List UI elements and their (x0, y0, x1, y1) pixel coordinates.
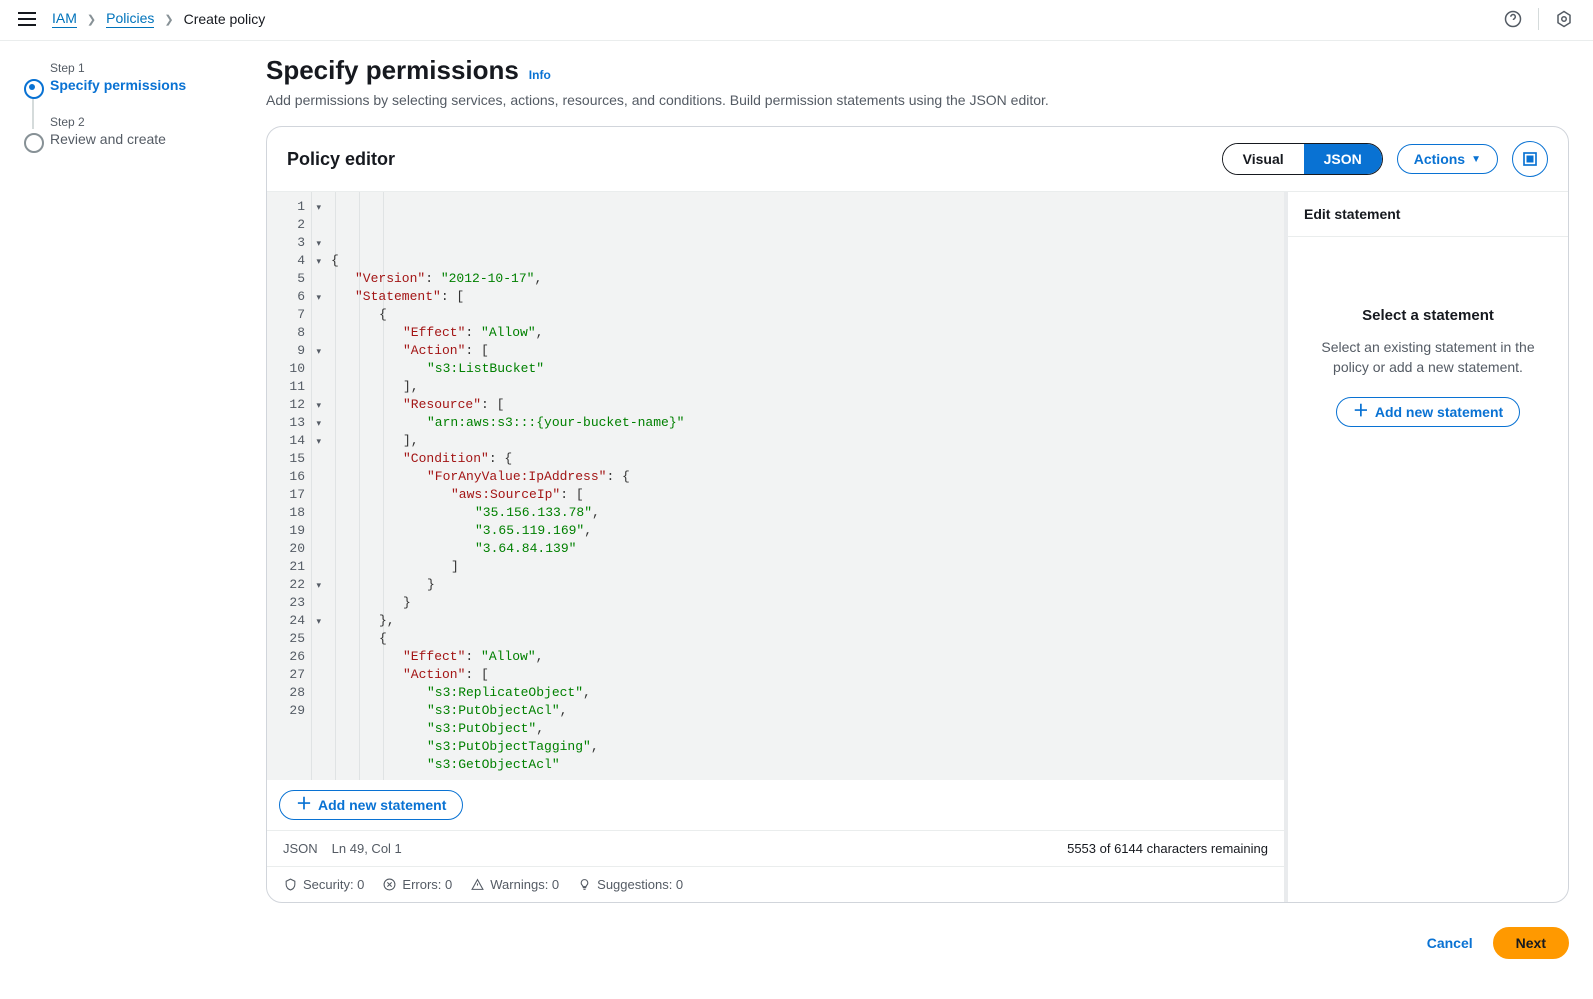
statement-inspector: Edit statement Select a statement Select… (1288, 192, 1568, 902)
breadcrumb-current: Create policy (184, 11, 266, 27)
status-char-remaining: 5553 of 6144 characters remaining (1067, 841, 1268, 856)
wizard-step-1[interactable]: Step 1 Specify permissions (24, 61, 234, 93)
wizard-step-1-num: Step 1 (50, 61, 234, 75)
add-statement-button[interactable]: ＋ Add new statement (279, 790, 463, 820)
status-cursor: Ln 49, Col 1 (332, 841, 402, 856)
editor-statusbar: JSON Ln 49, Col 1 5553 of 6144 character… (267, 830, 1284, 866)
msg-suggestions[interactable]: Suggestions: 0 (577, 877, 683, 892)
page-description: Add permissions by selecting services, a… (266, 92, 1569, 108)
breadcrumb-policies[interactable]: Policies (106, 10, 154, 28)
editor-mode-toggle: Visual JSON (1222, 143, 1383, 175)
lightbulb-icon (577, 878, 591, 892)
wizard-step-2-num: Step 2 (50, 115, 234, 129)
hamburger-icon[interactable] (18, 12, 36, 26)
msg-errors[interactable]: Errors: 0 (382, 877, 452, 892)
panel-title: Policy editor (287, 149, 395, 170)
plus-icon: ＋ (1353, 405, 1369, 419)
chevron-down-icon: ▼ (1471, 154, 1481, 165)
fullscreen-button[interactable] (1512, 141, 1548, 177)
status-mode: JSON (283, 841, 318, 856)
msg-warnings[interactable]: Warnings: 0 (470, 877, 559, 892)
inspector-add-statement-button[interactable]: ＋ Add new statement (1336, 397, 1520, 427)
inspector-title: Select a statement (1308, 307, 1548, 324)
wizard-step-2-title: Review and create (50, 131, 234, 147)
page-title: Specify permissions (266, 55, 519, 86)
cancel-button[interactable]: Cancel (1421, 927, 1479, 959)
actions-dropdown[interactable]: Actions ▼ (1397, 144, 1498, 174)
warning-icon (470, 878, 484, 892)
msg-security[interactable]: Security: 0 (283, 877, 364, 892)
add-statement-label: Add new statement (318, 797, 446, 813)
help-icon[interactable] (1502, 8, 1524, 30)
policy-editor-panel: Policy editor Visual JSON Actions ▼ (266, 126, 1569, 903)
inspector-add-statement-label: Add new statement (1375, 404, 1503, 420)
chevron-right-icon: ❯ (164, 13, 173, 26)
divider (1538, 8, 1539, 30)
actions-dropdown-label: Actions (1414, 151, 1465, 167)
wizard-steps: Step 1 Specify permissions Step 2 Review… (24, 55, 234, 959)
json-editor[interactable]: 1▾23▾4▾56▾789▾101112▾13▾14▾1516171819202… (267, 192, 1284, 780)
breadcrumb-iam[interactable]: IAM (52, 10, 77, 28)
editor-mode-json[interactable]: JSON (1304, 144, 1382, 174)
chevron-right-icon: ❯ (87, 13, 96, 26)
wizard-step-1-title: Specify permissions (50, 77, 234, 93)
error-icon (382, 878, 396, 892)
next-button[interactable]: Next (1493, 927, 1569, 959)
editor-messagebar: Security: 0 Errors: 0 Warn (267, 866, 1284, 902)
editor-mode-visual[interactable]: Visual (1223, 144, 1304, 174)
inspector-header: Edit statement (1288, 192, 1568, 237)
shield-icon (283, 878, 297, 892)
plus-icon: ＋ (296, 798, 312, 812)
wizard-step-2[interactable]: Step 2 Review and create (24, 115, 234, 147)
settings-icon[interactable] (1553, 8, 1575, 30)
info-link[interactable]: Info (529, 68, 551, 82)
breadcrumb: IAM ❯ Policies ❯ Create policy (52, 10, 265, 28)
topbar: IAM ❯ Policies ❯ Create policy (0, 0, 1593, 41)
inspector-desc: Select an existing statement in the poli… (1308, 338, 1548, 377)
